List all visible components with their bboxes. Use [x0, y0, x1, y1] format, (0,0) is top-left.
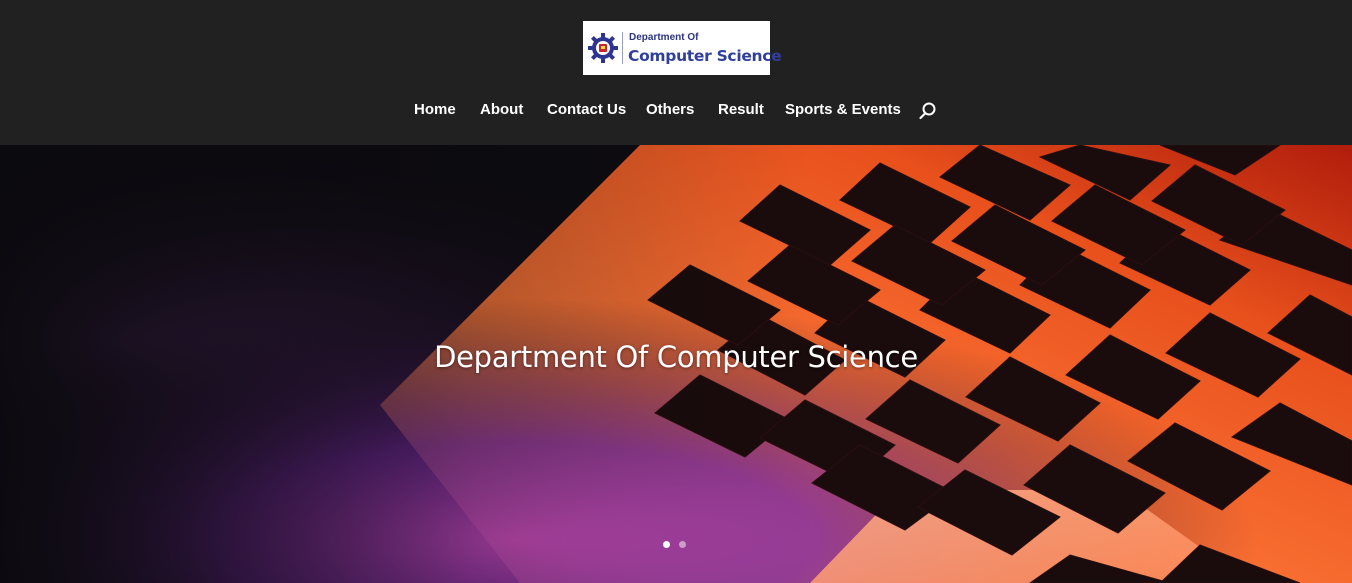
nav-about[interactable]: About	[480, 98, 523, 122]
search-icon[interactable]	[918, 101, 938, 121]
nav-sports-events[interactable]: Sports & Events	[785, 98, 901, 122]
site-header: Department Of Computer Science Home Abou…	[0, 0, 1352, 145]
gear-seal-icon	[588, 33, 618, 63]
main-nav: Home About Contact Us Others Result Spor…	[0, 98, 1352, 122]
hero-title: Department Of Computer Science	[434, 340, 918, 374]
hero-slider: Department Of Computer Science	[0, 145, 1352, 583]
nav-others[interactable]: Others	[646, 98, 694, 122]
nav-contact-us[interactable]: Contact Us	[547, 98, 626, 122]
slider-pagination	[661, 541, 691, 551]
nav-home[interactable]: Home	[414, 98, 456, 122]
logo-line2: Computer Science	[628, 47, 782, 65]
slider-dot-active[interactable]	[663, 541, 670, 548]
logo-divider	[622, 32, 623, 64]
site-logo[interactable]: Department Of Computer Science	[583, 21, 782, 75]
nav-result[interactable]: Result	[718, 98, 764, 122]
slider-dot[interactable]	[679, 541, 686, 548]
logo-line1: Department Of	[629, 32, 699, 43]
